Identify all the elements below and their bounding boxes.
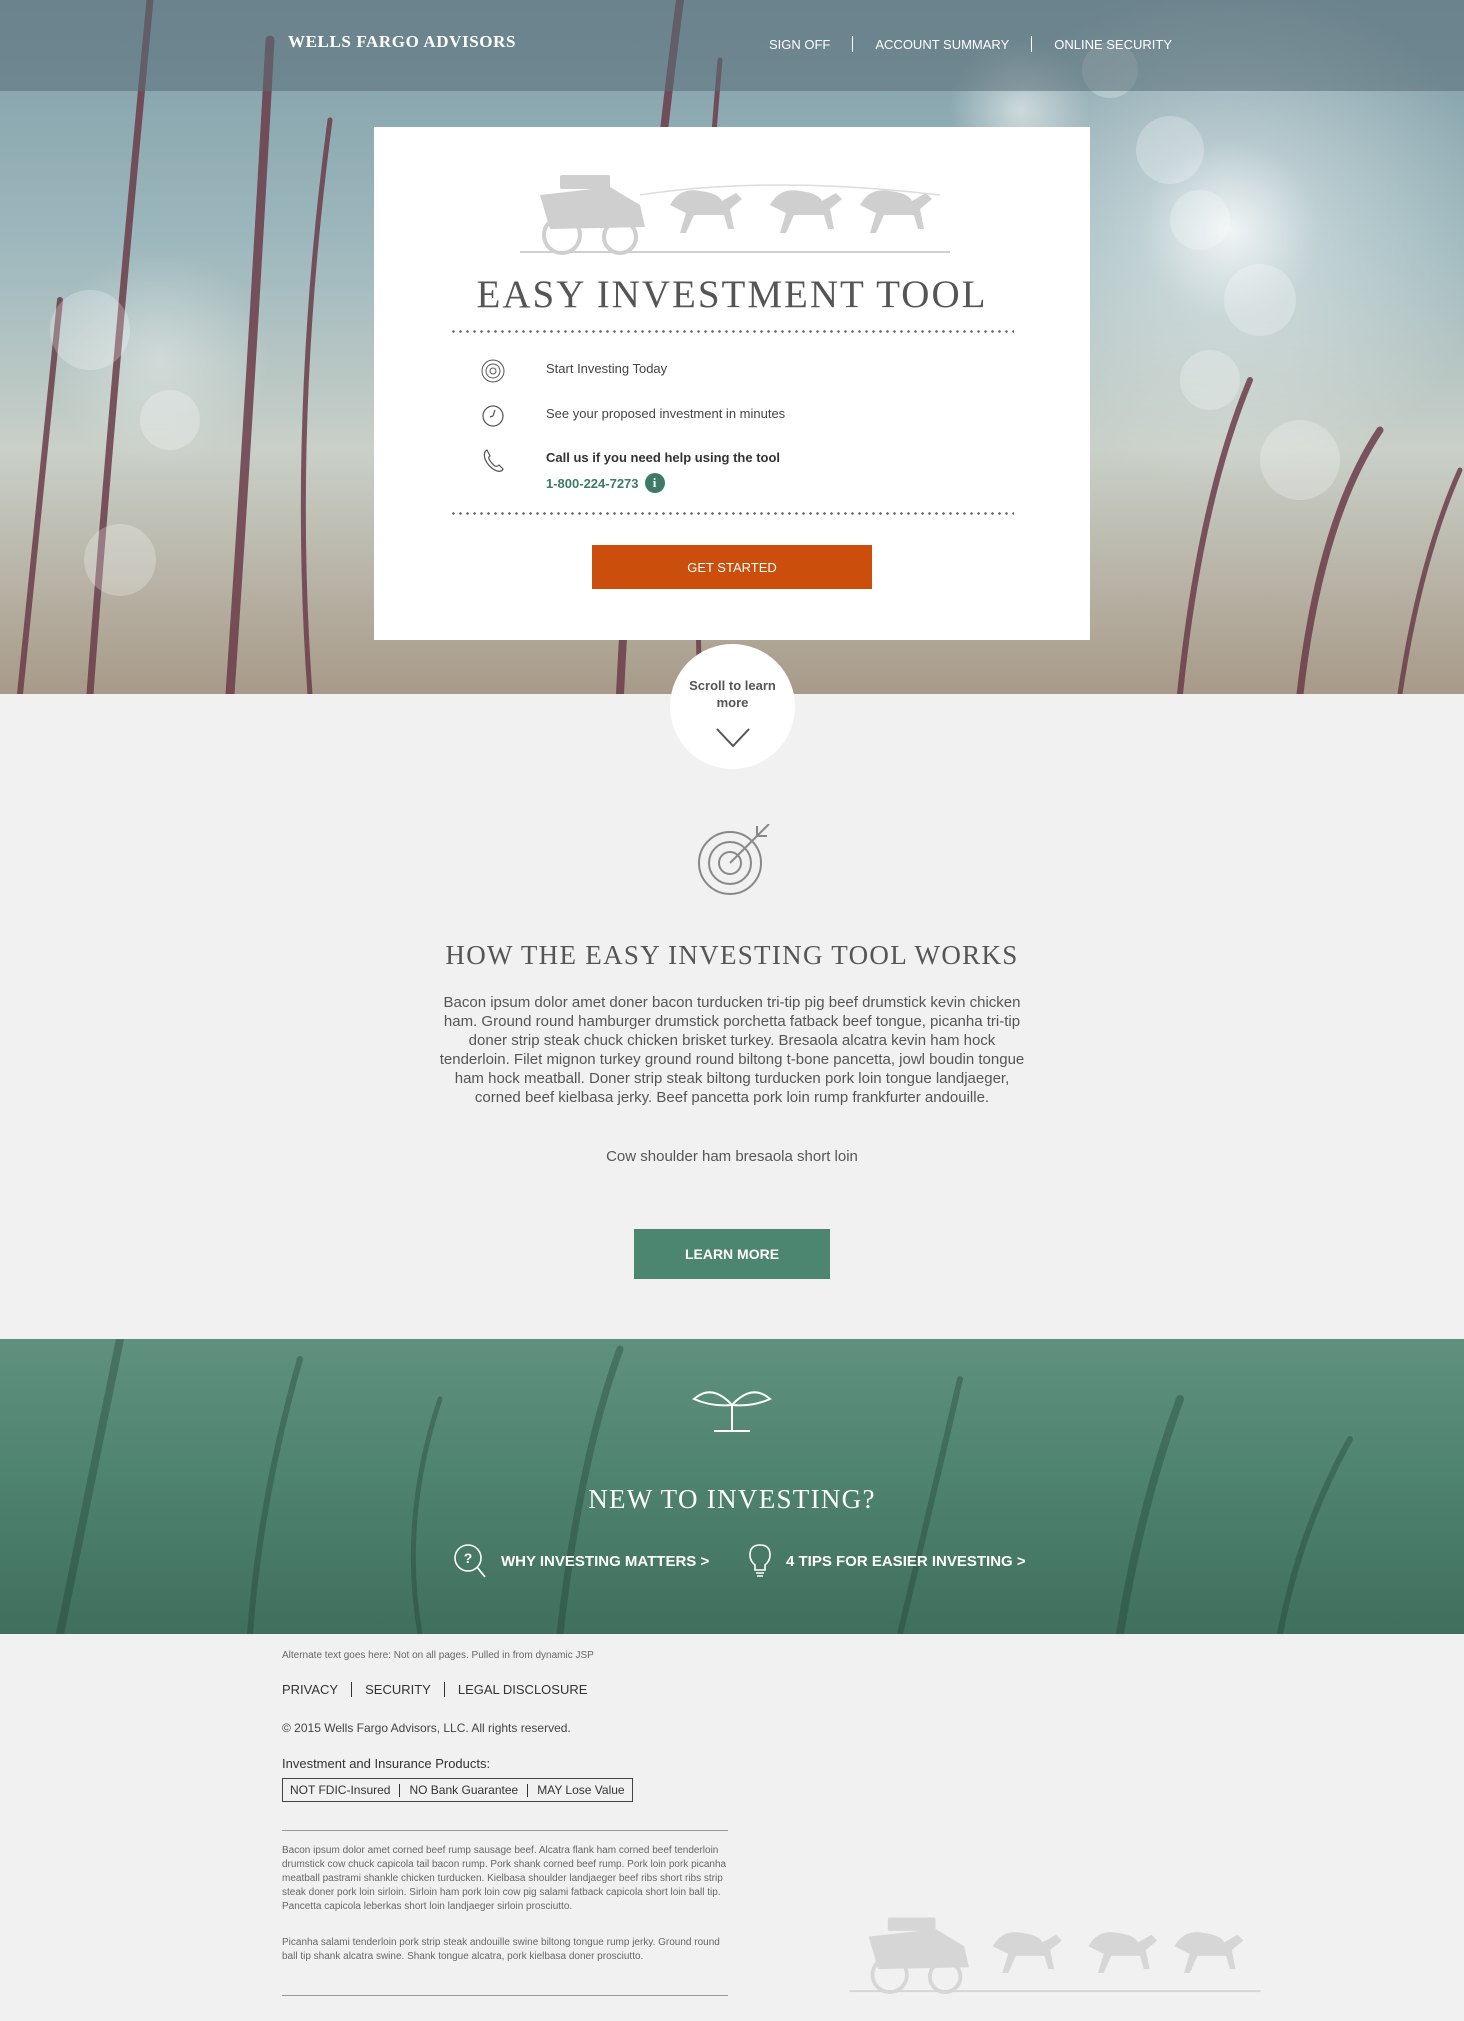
- nav-divider: [1031, 36, 1033, 52]
- ins-divider: [399, 1783, 401, 1797]
- call-help-text: Call us if you need help using the tool: [546, 450, 781, 465]
- footer-alt-text: Alternate text goes here: Not on all pag…: [282, 1650, 594, 1661]
- tips-easier-investing-link[interactable]: 4 TIPS FOR EASIER INVESTING >: [748, 1543, 1026, 1579]
- phone-icon: [483, 449, 504, 472]
- nav-divider: [852, 36, 854, 52]
- tool-card: EASY INVESTMENT TOOL Start Investing Tod…: [374, 127, 1090, 640]
- scroll-text: Scroll to learn more: [689, 678, 776, 710]
- phone-number-link[interactable]: 1-800-224-7273: [546, 476, 639, 491]
- tips-easier-investing-label: 4 TIPS FOR EASIER INVESTING >: [786, 1552, 1026, 1570]
- clock-icon: [482, 405, 504, 427]
- get-started-button[interactable]: GET STARTED: [592, 545, 872, 589]
- target-arrow-icon: [698, 824, 770, 895]
- question-search-icon: ?: [454, 1544, 486, 1578]
- top-navigation-bar: WELLS FARGO ADVISORS SIGN OFF ACCOUNT SU…: [0, 0, 1464, 91]
- footer-rule: [282, 1830, 728, 1831]
- feature-text: Start Investing Today: [546, 361, 668, 376]
- feature-see-investment: See your proposed investment in minutes: [480, 403, 785, 429]
- footer-nav-divider: [443, 1682, 445, 1697]
- stagecoach-footer-icon: [849, 1917, 1261, 1994]
- why-investing-matters-label: WHY INVESTING MATTERS >: [501, 1552, 710, 1570]
- insurance-products-label: Investment and Insurance Products:: [282, 1756, 491, 1771]
- lightbulb-icon: [749, 1544, 771, 1577]
- how-it-works-subtitle: Cow shoulder ham bresaola short loin: [606, 1148, 858, 1165]
- dotted-divider: [450, 512, 1014, 515]
- why-investing-matters-link[interactable]: ? WHY INVESTING MATTERS >: [453, 1543, 709, 1579]
- insurance-disclosure-box: NOT FDIC-Insured NO Bank Guarantee MAY L…: [282, 1778, 633, 1802]
- feature-call-us: Call us if you need help using the tool …: [480, 447, 780, 493]
- page-title: EASY INVESTMENT TOOL: [476, 273, 988, 316]
- ins-item: MAY Lose Value: [537, 1783, 625, 1797]
- ins-item: NOT FDIC-Insured: [290, 1783, 391, 1797]
- svg-text:?: ?: [464, 1550, 473, 1566]
- footer-rule: [282, 1995, 728, 1996]
- new-to-investing-heading: NEW TO INVESTING?: [588, 1484, 876, 1514]
- footer-fine-print-1: Bacon ipsum dolor amet corned beef rump …: [282, 1845, 727, 1912]
- stagecoach-icon: [520, 175, 950, 255]
- learn-more-button[interactable]: LEARN MORE: [634, 1229, 830, 1279]
- sprout-icon: [692, 1391, 772, 1432]
- new-to-investing-section: NEW TO INVESTING? ? WHY INVESTING MATTER…: [0, 1339, 1464, 1634]
- scroll-indicator[interactable]: Scroll to learn more: [670, 644, 795, 769]
- copyright: © 2015 Wells Fargo Advisors, LLC. All ri…: [282, 1721, 571, 1735]
- how-it-works-heading: HOW THE EASY INVESTING TOOL WORKS: [445, 940, 1019, 970]
- footer-link-privacy[interactable]: PRIVACY: [282, 1682, 338, 1697]
- chevron-down-icon: [716, 728, 750, 748]
- how-it-works-body: Bacon ipsum dolor amet doner bacon turdu…: [439, 994, 1025, 1106]
- ins-divider: [527, 1783, 529, 1797]
- footer-nav-divider: [351, 1682, 353, 1697]
- footer-link-legal-disclosure[interactable]: LEGAL DISCLOSURE: [458, 1682, 588, 1697]
- top-nav: SIGN OFF ACCOUNT SUMMARY ONLINE SECURITY: [769, 36, 1172, 52]
- footer-link-security[interactable]: SECURITY: [365, 1682, 431, 1697]
- nav-online-security[interactable]: ONLINE SECURITY: [1054, 37, 1172, 52]
- footer-nav: PRIVACY SECURITY LEGAL DISCLOSURE: [282, 1682, 587, 1697]
- dotted-divider: [450, 330, 1014, 333]
- hero-section: WELLS FARGO ADVISORS SIGN OFF ACCOUNT SU…: [0, 0, 1464, 694]
- feature-start-investing: Start Investing Today: [480, 358, 667, 384]
- target-icon: [481, 359, 505, 383]
- footer-fine-print-2: Picanha salami tenderloin pork strip ste…: [282, 1937, 720, 1962]
- nav-account-summary[interactable]: ACCOUNT SUMMARY: [875, 37, 1009, 52]
- feature-text: See your proposed investment in minutes: [546, 406, 786, 421]
- ins-item: NO Bank Guarantee: [409, 1783, 519, 1797]
- wells-fargo-logo[interactable]: WELLS FARGO ADVISORS: [288, 32, 516, 52]
- nav-sign-off[interactable]: SIGN OFF: [769, 37, 830, 52]
- info-icon[interactable]: i: [644, 473, 665, 493]
